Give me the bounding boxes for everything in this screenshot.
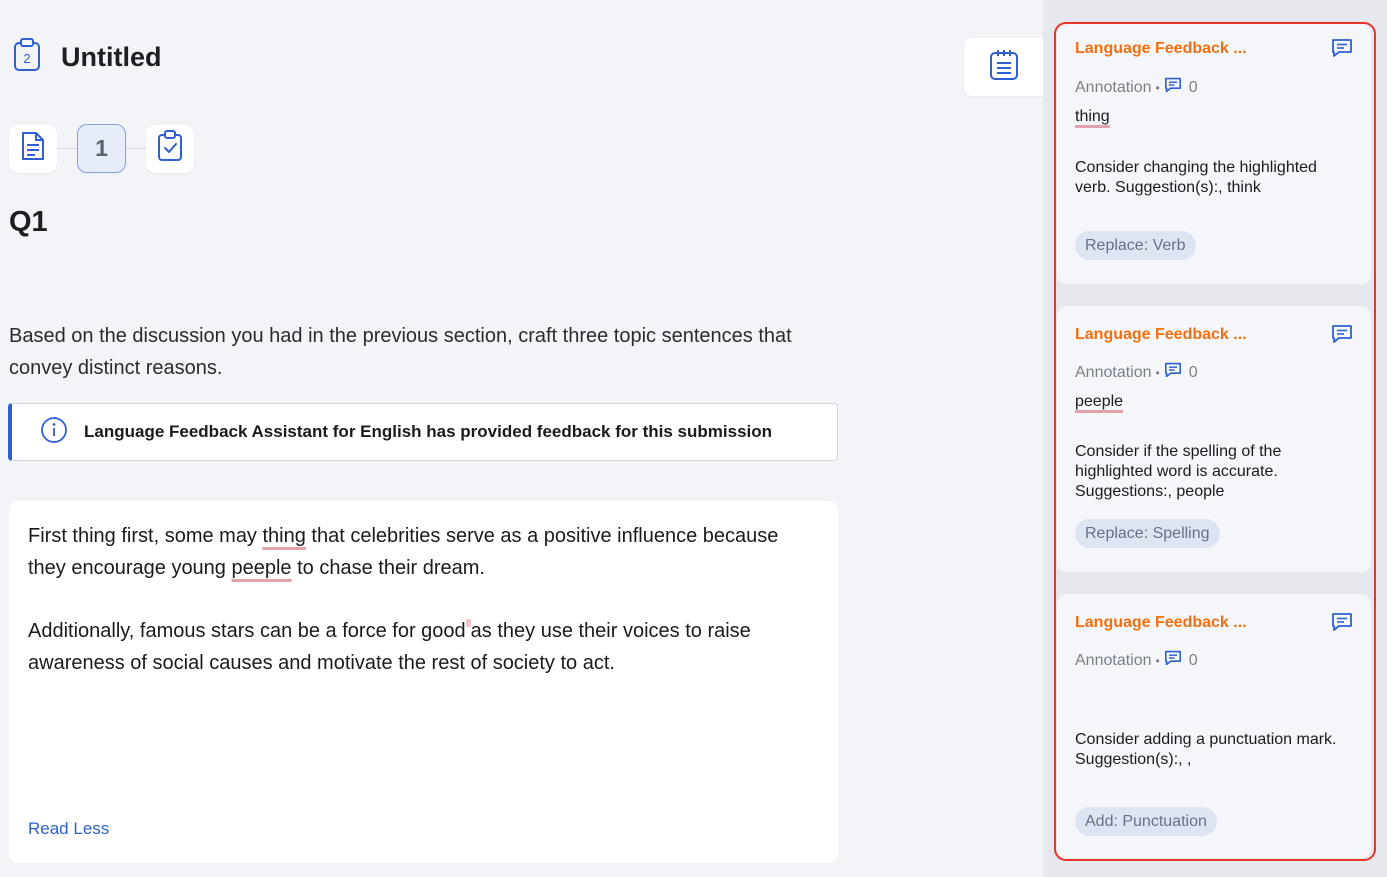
answer-text: Additionally, famous stars can be a forc…: [28, 620, 466, 642]
comment-icon[interactable]: [1331, 612, 1353, 637]
document-icon: [20, 131, 46, 166]
highlighted-word[interactable]: peeple: [232, 557, 292, 579]
step-instructions-button[interactable]: [9, 124, 57, 173]
comment-count: 0: [1188, 78, 1198, 96]
feedback-panel-toggle-button[interactable]: [964, 38, 1044, 96]
question-prompt: Based on the discussion you had in the p…: [9, 325, 792, 379]
card-description: Consider changing the highlighted verb. …: [1075, 159, 1317, 196]
annotation-label: Annotation: [1075, 78, 1152, 96]
step-navigator: 1: [9, 124, 194, 173]
card-meta: Annotation • 0: [1075, 362, 1198, 383]
annotation-label: Annotation: [1075, 651, 1152, 669]
feedback-card[interactable]: Language Feedback ... Annotation • 0 Cons…: [1057, 594, 1371, 858]
card-description: Consider if the spelling of the highligh…: [1075, 443, 1282, 500]
card-tag: Replace: Spelling: [1075, 519, 1220, 548]
comment-count-icon: [1164, 650, 1182, 671]
info-banner: Language Feedback Assistant for English …: [8, 403, 838, 461]
clipboard-check-icon: [157, 130, 183, 167]
main-content: 2 Untitled 1 Q1 Based on the discussion …: [0, 0, 1043, 877]
page-title: Untitled: [61, 42, 162, 72]
answer-text: First thing first, some may: [28, 525, 263, 547]
read-less-link[interactable]: Read Less: [28, 819, 109, 839]
highlighted-word[interactable]: thing: [263, 525, 306, 547]
comment-icon[interactable]: [1331, 38, 1353, 63]
step-connector: [57, 148, 77, 149]
step-number: 1: [95, 135, 108, 161]
comment-count-icon: [1164, 362, 1182, 383]
card-tag: Add: Punctuation: [1075, 807, 1217, 836]
answer-paragraph: Additionally, famous stars can be a forc…: [28, 616, 819, 679]
answer-panel: First thing first, some may thing that c…: [9, 501, 838, 863]
answer-text: to chase their dream.: [291, 556, 485, 579]
card-meta: Annotation • 0: [1075, 650, 1198, 671]
card-description: Consider adding a punctuation mark. Sugg…: [1075, 731, 1337, 768]
feedback-card[interactable]: Language Feedback ... Annotation • 0 thin…: [1057, 24, 1371, 284]
page-header: 2 Untitled: [13, 38, 162, 77]
svg-text:2: 2: [23, 51, 30, 66]
comment-count-icon: [1164, 77, 1182, 98]
notes-icon: [989, 49, 1019, 86]
card-tag: Replace: Verb: [1075, 231, 1196, 260]
step-submit-button[interactable]: [146, 124, 194, 173]
info-icon: [40, 416, 68, 449]
comment-icon[interactable]: [1331, 324, 1353, 349]
comment-count: 0: [1188, 363, 1198, 381]
card-title: Language Feedback ...: [1075, 614, 1247, 631]
card-flagged-word: peeple: [1075, 393, 1124, 410]
card-flagged-word: thing: [1075, 108, 1110, 125]
step-question-1-button[interactable]: 1: [77, 124, 126, 173]
question-title: Q1: [9, 206, 48, 238]
answer-paragraph: First thing first, some may thing that c…: [28, 521, 819, 584]
card-meta: Annotation • 0: [1075, 77, 1198, 98]
feedback-card[interactable]: Language Feedback ... Annotation • 0 peep…: [1057, 306, 1371, 572]
card-title: Language Feedback ...: [1075, 40, 1247, 57]
annotation-label: Annotation: [1075, 363, 1152, 381]
step-connector: [126, 148, 146, 149]
card-title: Language Feedback ...: [1075, 326, 1247, 343]
comment-count: 0: [1188, 651, 1198, 669]
info-banner-text: Language Feedback Assistant for English …: [84, 422, 773, 441]
clipboard-number-icon: 2: [13, 38, 41, 77]
